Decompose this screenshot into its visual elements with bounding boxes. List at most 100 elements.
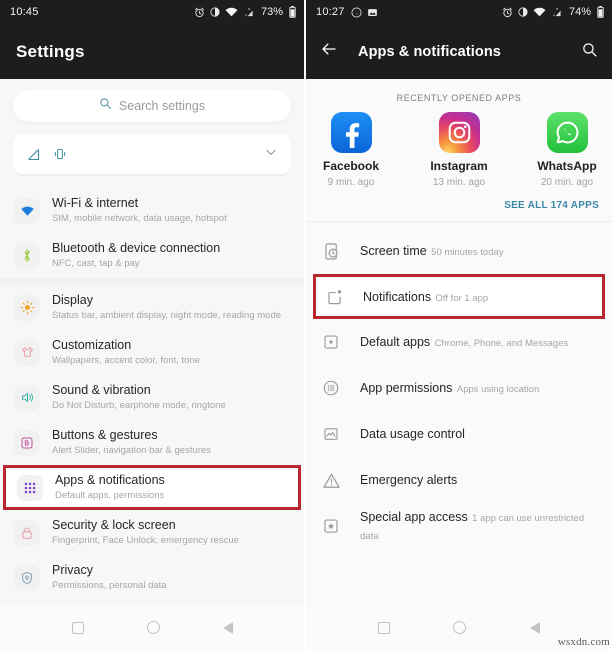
chevron-down-icon[interactable] [264, 145, 278, 164]
recent-app-item[interactable]: Facebook 9 min. ago [314, 112, 388, 190]
see-all-apps-link[interactable]: SEE ALL 174 APPS [306, 190, 612, 221]
list-item-screen-time[interactable]: Screen time 50 minutes today [306, 228, 612, 274]
search-icon [99, 97, 112, 115]
left-app-bar: Settings [0, 24, 304, 79]
battery-percent: 74% [568, 6, 591, 18]
page-title: Apps & notifications [358, 43, 501, 60]
instagram-icon [438, 112, 480, 153]
battery-icon [597, 6, 604, 18]
list-item-subtitle: Off for 1 app [435, 292, 489, 304]
sidebar-item-wifi[interactable]: Wi-Fi & internet SIM, mobile network, da… [0, 188, 304, 233]
default-apps-icon [320, 331, 342, 353]
sidebar-item-buttons[interactable]: Buttons & gestures Alert Slider, navigat… [0, 420, 304, 465]
sidebar-item-subtitle: Permissions, personal data [52, 580, 167, 591]
facebook-icon [330, 112, 372, 153]
list-item-notifications[interactable]: Notifications Off for 1 app [313, 274, 605, 319]
sidebar-item-label: Privacy [52, 563, 93, 577]
signal-off-icon: × [551, 7, 562, 18]
back-triangle-icon[interactable] [222, 621, 233, 634]
screen-time-icon [320, 240, 342, 262]
wifi-icon [533, 7, 546, 17]
recent-app-name: WhatsApp [537, 159, 597, 173]
settings-group-1: Wi-Fi & internet SIM, mobile network, da… [0, 188, 304, 278]
back-arrow-icon[interactable] [320, 40, 338, 63]
left-content: Search settings Wi-Fi & internet SIM, mo… [0, 79, 304, 650]
recent-app-name: Facebook [322, 159, 379, 173]
list-item-label: Special app access [360, 510, 468, 524]
sidebar-item-label: Wi-Fi & internet [52, 196, 139, 210]
recent-app-time: 13 min. ago [432, 177, 486, 188]
right-status-bar: 10:27 × 74% [306, 0, 612, 24]
recents-square-icon[interactable] [377, 621, 390, 634]
sidebar-item-label: Buttons & gestures [52, 428, 158, 442]
sidebar-item-label: Security & lock screen [52, 518, 176, 532]
wifi-icon [14, 197, 40, 224]
dnd-icon [518, 7, 528, 17]
recent-app-name: Instagram [430, 159, 488, 173]
list-item-label: Data usage control [360, 427, 465, 441]
sidebar-item-label: Apps & notifications [55, 473, 165, 487]
quick-settings-card[interactable] [13, 134, 291, 174]
wifi-icon [225, 7, 238, 17]
search-placeholder: Search settings [118, 99, 206, 113]
sidebar-item-label: Sound & vibration [52, 383, 151, 397]
recent-app-time: 9 min. ago [327, 177, 375, 188]
recently-opened-apps-list: Facebook 9 min. ago Instagram 13 min. ag… [306, 109, 612, 190]
list-item-label: Screen time [360, 244, 427, 258]
sidebar-item-subtitle: Status bar, ambient display, night mode,… [52, 310, 282, 321]
back-triangle-icon[interactable] [530, 621, 541, 634]
battery-icon [289, 6, 296, 18]
status-clock: 10:27 [316, 6, 345, 18]
right-phone-screen: 10:27 × 74% Apps & notifications RECENTL… [306, 0, 612, 650]
sidebar-item-label: Bluetooth & device connection [52, 241, 221, 255]
shield-icon [14, 564, 40, 591]
lock-icon [14, 519, 40, 546]
warning-triangle-icon [320, 469, 342, 491]
sidebar-item-subtitle: Alert Slider, navigation bar & gestures [52, 445, 211, 456]
list-item-subtitle: 50 minutes today [431, 247, 504, 258]
left-phone-screen: 10:45 × 73% Settings Search settings Wi-… [0, 0, 306, 650]
list-item-default-apps[interactable]: Default apps Chrome, Phone, and Messages [306, 319, 612, 365]
list-item-data-usage[interactable]: Data usage control [306, 411, 612, 457]
search-icon[interactable] [581, 41, 598, 63]
sidebar-item-security[interactable]: Security & lock screen Fingerprint, Face… [0, 510, 304, 555]
home-circle-icon[interactable] [146, 621, 160, 634]
sidebar-item-label: Display [52, 293, 93, 307]
recent-app-time: 20 min. ago [540, 177, 594, 188]
whatsapp-icon [546, 112, 588, 153]
battery-percent: 73% [260, 6, 283, 18]
right-app-bar: Apps & notifications [306, 24, 612, 79]
list-item-subtitle: Chrome, Phone, and Messages [434, 338, 569, 349]
recent-app-item[interactable]: Instagram 13 min. ago [422, 112, 496, 190]
sidebar-item-customization[interactable]: Customization Wallpapers, accent color, … [0, 330, 304, 375]
home-circle-icon[interactable] [453, 621, 467, 634]
sidebar-item-subtitle: NFC, cast, tap & pay [52, 258, 140, 269]
sidebar-item-bluetooth[interactable]: Bluetooth & device connection NFC, cast,… [0, 233, 304, 278]
signal-off-icon[interactable] [26, 147, 41, 162]
search-input[interactable]: Search settings [13, 90, 291, 122]
svg-text:×: × [248, 7, 251, 12]
left-navigation-bar [0, 605, 304, 650]
sidebar-item-subtitle: Default apps, permissions [55, 490, 165, 501]
sidebar-item-apps-notifications[interactable]: Apps & notifications Default apps, permi… [3, 465, 301, 510]
list-item-label: Emergency alerts [360, 473, 458, 487]
list-item-emergency-alerts[interactable]: Emergency alerts [306, 457, 612, 503]
list-item-app-permissions[interactable]: App permissions Apps using location [306, 365, 612, 411]
sidebar-item-subtitle: Wallpapers, accent color, font, tone [52, 355, 201, 366]
brightness-icon [14, 294, 40, 321]
sidebar-item-subtitle: SIM, mobile network, data usage, hotspot [52, 213, 227, 224]
whatsapp-icon [351, 7, 362, 18]
signal-off-icon: × [243, 7, 254, 18]
recent-app-item[interactable]: WhatsApp 20 min. ago [530, 112, 604, 190]
recents-square-icon[interactable] [71, 621, 84, 634]
special-access-icon [320, 515, 342, 537]
screenshot-icon [367, 7, 378, 18]
sidebar-item-display[interactable]: Display Status bar, ambient display, nig… [0, 285, 304, 330]
sidebar-item-privacy[interactable]: Privacy Permissions, personal data [0, 555, 304, 600]
dnd-icon [210, 7, 220, 17]
list-item-special-app-access[interactable]: Special app access 1 app can use unrestr… [306, 503, 612, 549]
vibrate-icon[interactable] [53, 147, 67, 161]
bluetooth-icon [14, 242, 40, 269]
buttons-icon [14, 429, 40, 456]
sidebar-item-sound[interactable]: Sound & vibration Do Not Disturb, earpho… [0, 375, 304, 420]
